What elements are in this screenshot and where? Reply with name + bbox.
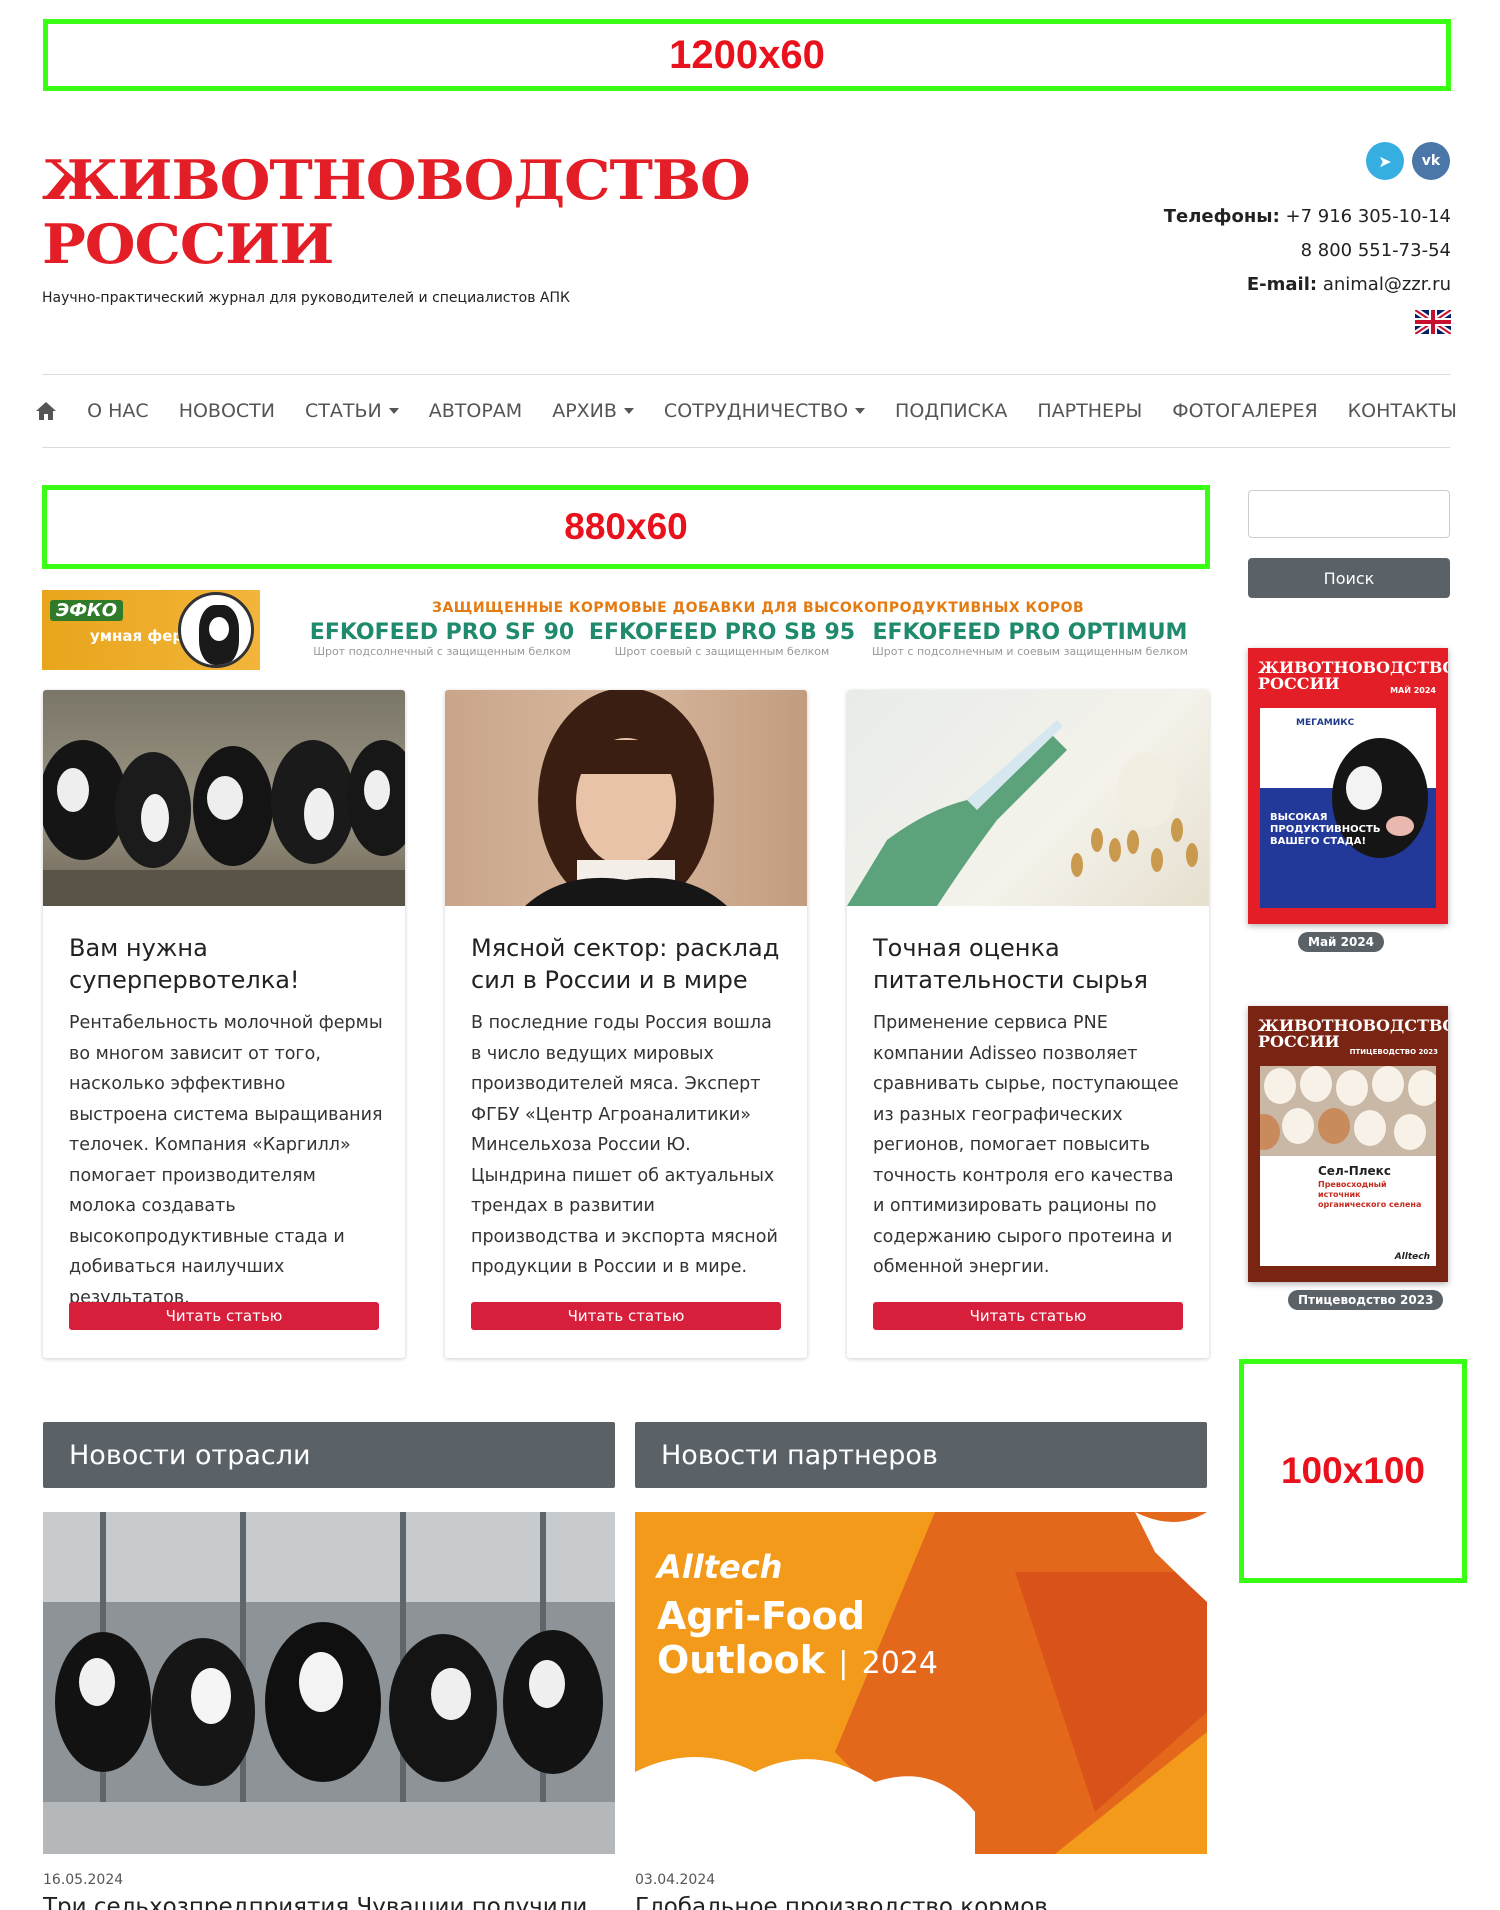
read-article-button[interactable]: Читать статью [873, 1302, 1183, 1330]
news-image[interactable]: Alltech Agri-Food Outlook | 2024 [635, 1512, 1207, 1854]
chevron-down-icon [855, 408, 866, 414]
cover-brand: Alltech [1394, 1252, 1430, 1262]
article-image[interactable] [445, 690, 807, 906]
ad-size-label: 880x60 [564, 506, 688, 547]
search-input[interactable] [1248, 490, 1450, 538]
english-flag-icon[interactable] [1415, 310, 1451, 334]
product-desc: Шрот с подсолнечным и соевым защищенным … [872, 645, 1188, 658]
cover-badge[interactable]: Птицеводство 2023 [1288, 1290, 1444, 1310]
product-name: EFKOFEED PRO OPTIMUM [872, 620, 1188, 645]
cover-issue: ПТИЦЕВОДСТВО 2023 [1349, 1048, 1438, 1056]
home-icon[interactable] [35, 401, 57, 421]
banner-product: EFKOFEED PRO SF 90 Шрот подсолнечный с з… [292, 620, 592, 658]
cover-body: Сел-Плекс Превосходный источник органиче… [1260, 1066, 1436, 1266]
mid-ad-banner[interactable]: 880x60 [42, 485, 1210, 569]
product-desc: Шрот соевый с защищенным белком [614, 645, 830, 658]
nav-item-articles[interactable]: СТАТЬИ [305, 400, 399, 422]
nav-item-partners[interactable]: ПАРТНЕРЫ [1037, 400, 1142, 422]
news-date: 03.04.2024 [635, 1872, 716, 1888]
partner-news-header[interactable]: Новости партнеров [635, 1422, 1207, 1488]
cover-badge[interactable]: Май 2024 [1298, 932, 1385, 952]
article-summary: Применение сервиса PNE компании Adisseo … [873, 1013, 1179, 1277]
email-label: E-mail: [1246, 274, 1318, 295]
cover-issue: МАЙ 2024 [1390, 686, 1436, 695]
nav-item-cooperation[interactable]: СОТРУДНИЧЕСТВО [664, 400, 866, 422]
cover-body: МЕГАМИКС ВЫСОКАЯ ПРОДУКТИВНОСТЬ ВАШЕГО С… [1260, 708, 1436, 908]
cover-title: ЖИВОТНОВОДСТВО РОССИИ [1258, 1016, 1448, 1051]
news-date: 16.05.2024 [43, 1872, 124, 1888]
article-title[interactable]: Мясной сектор: расклад сил в России и в … [471, 932, 785, 996]
side-ad-banner[interactable]: 100x100 [1239, 1359, 1467, 1583]
read-article-button[interactable]: Читать статью [69, 1302, 379, 1330]
social-links: ➤ vk [1366, 142, 1450, 180]
logo-line-1: ЖИВОТНОВОДСТВО [42, 148, 751, 212]
article-card: Мясной сектор: расклад сил в России и в … [445, 690, 807, 1358]
promo-banner[interactable]: ЭФКО умная ферма ЗАЩИЩЕННЫЕ КОРМОВЫЕ ДОБ… [42, 590, 1210, 670]
industry-news-header[interactable]: Новости отрасли [43, 1422, 615, 1488]
phone-2[interactable]: 8 800 551-73-54 [1301, 240, 1451, 261]
cover-slogan: ВЫСОКАЯ ПРОДУКТИВНОСТЬ ВАШЕГО СТАДА! [1270, 812, 1381, 847]
article-image[interactable] [847, 690, 1209, 906]
search-button[interactable]: Поиск [1248, 558, 1450, 598]
nav-item-news[interactable]: НОВОСТИ [179, 400, 275, 422]
site-tagline: Научно-практический журнал для руководит… [42, 290, 570, 306]
news-image-brand: Alltech [657, 1548, 783, 1586]
article-card: Вам нужна суперпервотелка! Рентабельност… [43, 690, 405, 1358]
vk-icon[interactable]: vk [1412, 142, 1450, 180]
product-desc: Шрот подсолнечный с защищенным белком [313, 645, 571, 658]
news-image-title: Agri-Food Outlook | 2024 [657, 1594, 938, 1682]
read-article-button[interactable]: Читать статью [471, 1302, 781, 1330]
news-image[interactable] [43, 1512, 615, 1854]
top-ad-banner[interactable]: 1200x60 [43, 19, 1451, 91]
article-title[interactable]: Вам нужна суперпервотелка! [69, 932, 383, 996]
cow-image [178, 592, 254, 668]
news-title-link[interactable]: Три сельхозпредприятия Чувашии получили [43, 1894, 587, 1910]
product-name: EFKOFEED PRO SB 95 [588, 620, 856, 645]
nav-item-subscription[interactable]: ПОДПИСКА [895, 400, 1007, 422]
banner-brand: ЭФКО [50, 600, 124, 621]
main-navigation: О НАС НОВОСТИ СТАТЬИ АВТОРАМ АРХИВ СОТРУ… [36, 374, 1457, 448]
news-title-link[interactable]: Глобальное производство кормов [635, 1894, 1048, 1910]
product-name: EFKOFEED PRO SF 90 [309, 620, 575, 645]
nav-item-gallery[interactable]: ФОТОГАЛЕРЕЯ [1172, 400, 1317, 422]
telegram-icon[interactable]: ➤ [1366, 142, 1404, 180]
phone-1[interactable]: +7 916 305-10-14 [1286, 206, 1452, 227]
ad-size-label: 1200x60 [669, 32, 825, 77]
site-logo[interactable]: ЖИВОТНОВОДСТВО РОССИИ [42, 148, 751, 276]
nav-item-authors[interactable]: АВТОРАМ [429, 400, 522, 422]
ad-size-label: 100x100 [1280, 1450, 1426, 1491]
article-card: Точная оценка питательности сырья Примен… [847, 690, 1209, 1358]
article-summary: В последние годы Россия вошла в число ве… [471, 1013, 778, 1277]
phones-label: Телефоны: [1163, 206, 1280, 227]
contacts-block: Телефоны: +7 916 305-10-14 8 800 551-73-… [1164, 200, 1451, 302]
nav-item-archive[interactable]: АРХИВ [552, 400, 634, 422]
article-summary: Рентабельность молочной фермы во многом … [69, 1013, 383, 1308]
nav-item-about[interactable]: О НАС [87, 400, 149, 422]
chevron-down-icon [388, 408, 399, 414]
article-title[interactable]: Точная оценка питательности сырья [873, 932, 1187, 996]
banner-headline: ЗАЩИЩЕННЫЕ КОРМОВЫЕ ДОБАВКИ ДЛЯ ВЫСОКОПР… [432, 600, 1085, 616]
magazine-cover-may-2024[interactable]: ЖИВОТНОВОДСТВО РОССИИ МАЙ 2024 МЕГАМИКС В… [1248, 648, 1448, 924]
nav-item-contacts[interactable]: КОНТАКТЫ [1348, 400, 1457, 422]
cover-product: Сел-Плекс [1318, 1164, 1391, 1178]
banner-product: EFKOFEED PRO SB 95 Шрот соевый с защищен… [582, 620, 862, 658]
cover-product-tag: Превосходный источник органического селе… [1318, 1180, 1422, 1209]
chevron-down-icon [623, 408, 634, 414]
banner-product: EFKOFEED PRO OPTIMUM Шрот с подсолнечным… [860, 620, 1200, 658]
magazine-cover-poultry-2023[interactable]: ЖИВОТНОВОДСТВО РОССИИ ПТИЦЕВОДСТВО 2023 С… [1248, 1006, 1448, 1282]
article-image[interactable] [43, 690, 405, 906]
logo-line-2: РОССИИ [42, 212, 334, 276]
email-link[interactable]: animal@zzr.ru [1323, 274, 1451, 295]
